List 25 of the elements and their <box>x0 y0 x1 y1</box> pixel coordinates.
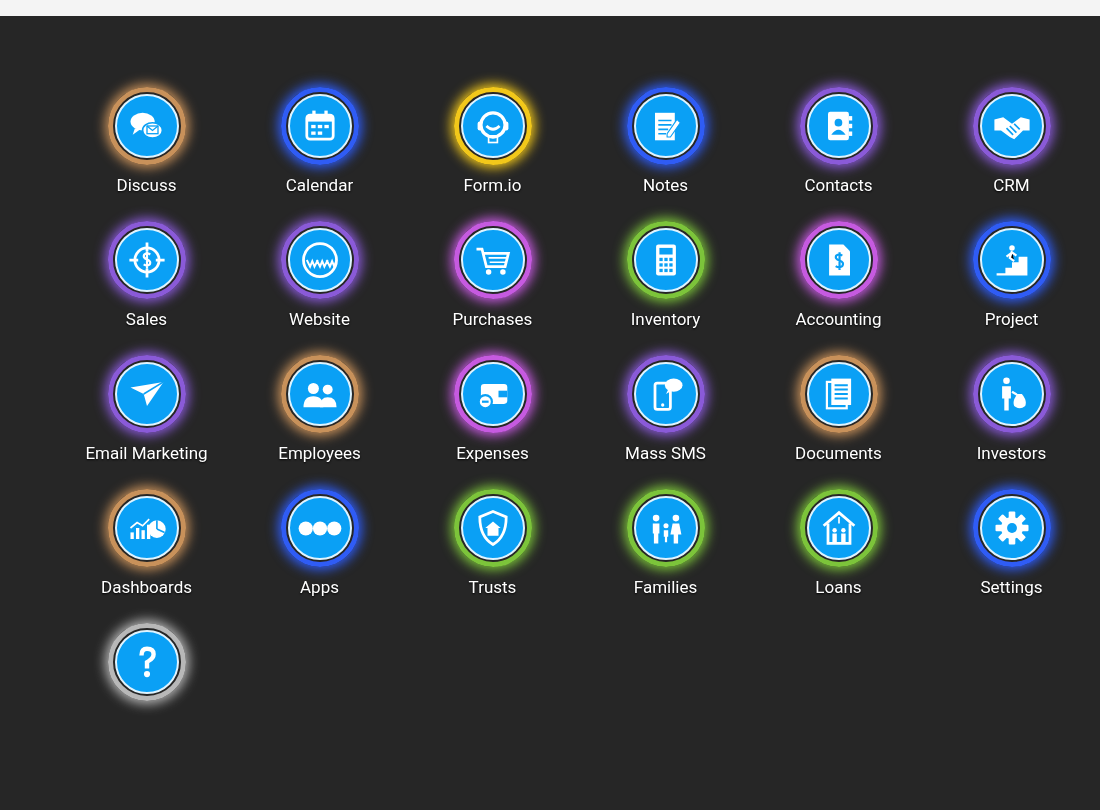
app-tile[interactable]: Employees <box>233 355 406 463</box>
app-tile[interactable]: Discuss <box>60 87 233 195</box>
app-tile[interactable]: Families <box>579 489 752 597</box>
app-tile[interactable]: Notes <box>579 87 752 195</box>
app-tile[interactable]: Trusts <box>406 489 579 597</box>
app-tile[interactable]: Expenses <box>406 355 579 463</box>
app-tile[interactable]: Email Marketing <box>60 355 233 463</box>
app-tile[interactable]: Investors <box>925 355 1098 463</box>
app-tile[interactable]: Inventory <box>579 221 752 329</box>
app-tile[interactable]: Loans <box>752 489 925 597</box>
app-tile[interactable]: Documents <box>752 355 925 463</box>
app-tile[interactable]: Purchases <box>406 221 579 329</box>
app-tile[interactable]: CRM <box>925 87 1098 195</box>
app-tile[interactable]: Accounting <box>752 221 925 329</box>
app-tile[interactable]: Dashboards <box>60 489 233 597</box>
app-tile[interactable]: Website <box>233 221 406 329</box>
app-tile[interactable]: Contacts <box>752 87 925 195</box>
app-tile[interactable]: Settings <box>925 489 1098 597</box>
app-tile[interactable]: Form.io <box>406 87 579 195</box>
app-tile[interactable]: Calendar <box>233 87 406 195</box>
app-tile[interactable]: Project <box>925 221 1098 329</box>
three-dots-icon <box>297 519 342 537</box>
app-tile[interactable]: Apps <box>233 489 406 597</box>
app-tile[interactable]: Sales <box>60 221 233 329</box>
app-tile[interactable]: Mass SMS <box>579 355 752 463</box>
